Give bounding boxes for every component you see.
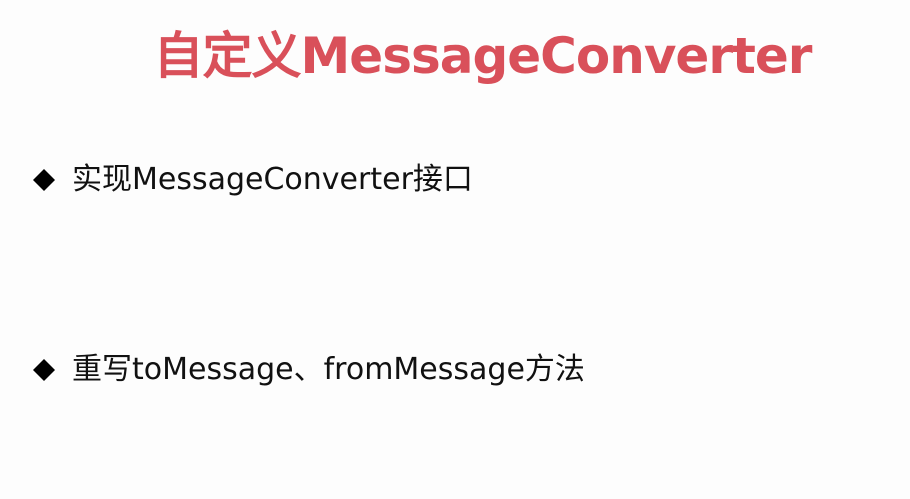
bullet-text: 重写toMessage、fromMessage方法 [72, 352, 585, 387]
bullet-text: 实现MessageConverter接口 [72, 162, 473, 197]
slide-title: 自定义MessageConverter [153, 27, 813, 85]
diamond-bullet-icon [32, 358, 56, 382]
bullet-item: 实现MessageConverter接口 [32, 160, 473, 200]
slide: 自定义MessageConverter 实现MessageConverter接口… [0, 0, 910, 499]
diamond-bullet-icon [32, 168, 56, 192]
bullet-item: 重写toMessage、fromMessage方法 [32, 350, 585, 390]
